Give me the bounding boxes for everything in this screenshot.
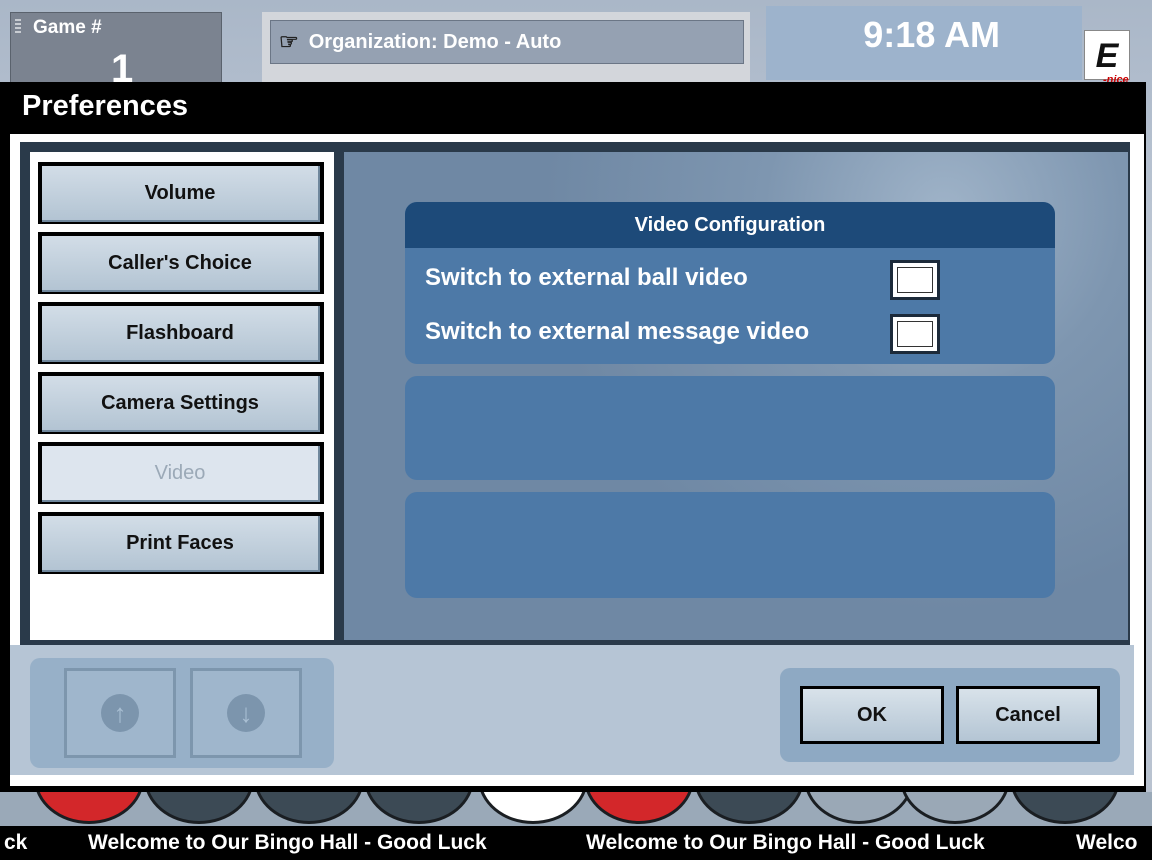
empty-group-2 <box>405 376 1055 480</box>
nav-video-button[interactable]: Video <box>38 442 324 504</box>
nav-camera-settings-label: Camera Settings <box>42 376 320 432</box>
game-label: Game # <box>33 17 102 38</box>
cancel-button[interactable]: Cancel <box>956 686 1100 744</box>
ticker-message-2: Welcome to Our Bingo Hall - Good Luck <box>586 831 985 854</box>
nav-callers-choice-button[interactable]: Caller's Choice <box>38 232 324 294</box>
message-video-label: Switch to external message video <box>425 318 810 345</box>
scroll-down-button[interactable]: ↓ <box>190 668 302 758</box>
nav-print-faces-label: Print Faces <box>42 516 320 572</box>
ball-video-label: Switch to external ball video <box>425 264 748 291</box>
called-ball <box>34 792 144 824</box>
video-configuration-title: Video Configuration <box>405 202 1055 248</box>
called-balls-strip <box>0 792 1152 826</box>
scroll-up-button[interactable]: ↑ <box>64 668 176 758</box>
ok-button[interactable]: OK <box>800 686 944 744</box>
nav-video-label: Video <box>42 446 320 502</box>
ticker-fragment-start: ck <box>4 831 28 854</box>
grip-icon <box>15 19 21 35</box>
nav-flashboard-button[interactable]: Flashboard <box>38 302 324 364</box>
nav-callers-choice-label: Caller's Choice <box>42 236 320 292</box>
called-ball <box>1010 792 1120 824</box>
message-video-checkbox[interactable] <box>890 314 940 354</box>
nav-flashboard-label: Flashboard <box>42 306 320 362</box>
ball-video-checkbox[interactable] <box>890 260 940 300</box>
arrow-up-icon: ↑ <box>101 694 139 732</box>
called-ball <box>144 792 254 824</box>
nav-volume-button[interactable]: Volume <box>38 162 324 224</box>
ok-label: OK <box>803 689 941 741</box>
cancel-label: Cancel <box>959 689 1097 741</box>
game-number-panel: Game # 1 <box>10 12 222 89</box>
called-ball <box>584 792 694 824</box>
pointing-hand-icon: ☞ <box>279 29 299 54</box>
message-ticker: ck Welcome to Our Bingo Hall - Good Luck… <box>0 826 1152 860</box>
called-ball <box>900 792 1010 824</box>
called-ball <box>364 792 474 824</box>
called-ball <box>254 792 364 824</box>
ticker-message-1: Welcome to Our Bingo Hall - Good Luck <box>88 831 487 854</box>
emax-logo: E -nice <box>1084 30 1130 86</box>
dialog-title: Preferences <box>22 90 189 122</box>
empty-group-3 <box>405 492 1055 598</box>
called-ball <box>478 792 588 824</box>
nav-camera-settings-button[interactable]: Camera Settings <box>38 372 324 434</box>
called-ball <box>804 792 914 824</box>
clock-time: 9:18 AM <box>863 14 1000 55</box>
nav-volume-label: Volume <box>42 166 320 222</box>
clock-panel: 9:18 AM <box>766 6 1082 80</box>
video-configuration-group: Video Configuration Switch to external b… <box>405 202 1055 364</box>
organization-label: Organization: Demo - Auto <box>308 30 562 53</box>
organization-field[interactable]: ☞ Organization: Demo - Auto <box>270 20 744 64</box>
called-ball <box>694 792 804 824</box>
nav-print-faces-button[interactable]: Print Faces <box>38 512 324 574</box>
ticker-fragment-end: Welco <box>1076 831 1138 854</box>
arrow-down-icon: ↓ <box>227 694 265 732</box>
